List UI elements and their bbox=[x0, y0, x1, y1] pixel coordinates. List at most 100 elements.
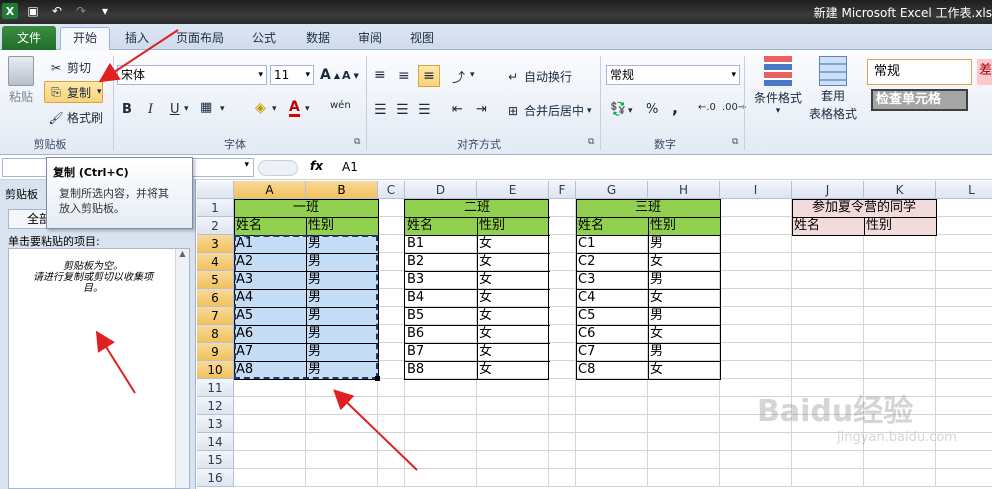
insert-function-icon[interactable]: fx bbox=[310, 159, 323, 173]
row-header[interactable]: 13 bbox=[197, 415, 234, 433]
tab-view[interactable]: 视图 bbox=[402, 28, 442, 50]
align-left-icon[interactable]: ☰ bbox=[374, 102, 387, 118]
formula-input[interactable]: A1 bbox=[342, 160, 358, 174]
font-name-box[interactable]: 宋体 ▾ bbox=[117, 65, 267, 85]
currency-icon[interactable]: 💱 bbox=[610, 102, 626, 117]
name-cell[interactable]: B2 bbox=[405, 253, 477, 271]
comma-button[interactable]: , bbox=[672, 98, 678, 117]
gender-cell[interactable]: 女 bbox=[477, 325, 549, 343]
header-name-cell[interactable]: 姓名 bbox=[792, 217, 864, 235]
number-dialog-launcher-icon[interactable]: ⧉ bbox=[732, 137, 738, 147]
camp-title-cell[interactable]: 参加夏令营的同学 bbox=[792, 199, 936, 217]
pane-scrollbar[interactable]: ▲ bbox=[175, 249, 189, 488]
name-cell[interactable]: C7 bbox=[576, 343, 648, 361]
column-header[interactable]: B bbox=[306, 181, 378, 199]
gender-cell[interactable]: 男 bbox=[306, 325, 378, 343]
merge-center-button[interactable]: ⊞ 合并后居中 ▾ bbox=[505, 102, 592, 119]
align-right-icon[interactable]: ☰ bbox=[418, 102, 431, 118]
header-name-cell[interactable]: 姓名 bbox=[405, 217, 477, 235]
name-cell[interactable]: B3 bbox=[405, 271, 477, 289]
cut-button[interactable]: ✂ 剪切 bbox=[48, 59, 91, 76]
format-painter-button[interactable]: 🖌 格式刷 bbox=[48, 109, 103, 126]
row-header[interactable]: 6 bbox=[197, 289, 234, 307]
row-header[interactable]: 2 bbox=[197, 217, 234, 235]
font-size-box[interactable]: 11 ▾ bbox=[270, 65, 314, 85]
italic-button[interactable]: I bbox=[148, 102, 153, 117]
orientation-icon[interactable]: ⤴ bbox=[452, 67, 465, 86]
row-header[interactable]: 7 bbox=[197, 307, 234, 325]
underline-dropdown-icon[interactable]: ▾ bbox=[184, 104, 189, 114]
name-cell[interactable]: B8 bbox=[405, 361, 477, 379]
worksheet-grid[interactable]: ABCDEFGHIJKL 1 2 3 4 5 6 7 8 9 10 11 12 13 14 15 16 一班姓… bbox=[197, 181, 992, 489]
header-gender-cell[interactable]: 性别 bbox=[648, 217, 720, 235]
select-all-corner[interactable] bbox=[197, 181, 234, 199]
gender-cell[interactable]: 男 bbox=[306, 307, 378, 325]
name-cell[interactable]: B5 bbox=[405, 307, 477, 325]
column-header[interactable]: G bbox=[576, 181, 648, 199]
percent-button[interactable]: % bbox=[646, 102, 658, 117]
column-header[interactable]: H bbox=[648, 181, 720, 199]
decrease-indent-icon[interactable]: ⇤ bbox=[452, 102, 463, 117]
cell-style-normal[interactable]: 常规 bbox=[867, 59, 972, 85]
font-color-icon[interactable]: A bbox=[289, 100, 300, 117]
tab-file[interactable]: 文件 bbox=[2, 26, 56, 50]
currency-dropdown-icon[interactable]: ▾ bbox=[628, 106, 633, 116]
increase-decimal-icon[interactable]: ←.0 bbox=[698, 102, 716, 113]
row-header[interactable]: 15 bbox=[197, 451, 234, 469]
column-header[interactable]: F bbox=[549, 181, 576, 199]
header-name-cell[interactable]: 姓名 bbox=[234, 217, 306, 235]
orientation-dropdown-icon[interactable]: ▾ bbox=[470, 70, 475, 80]
name-cell[interactable]: A8 bbox=[234, 361, 306, 379]
class3-title-cell[interactable]: 三班 bbox=[576, 199, 720, 217]
copy-dropdown-icon[interactable]: ▾ bbox=[97, 87, 102, 97]
customize-qat-icon[interactable]: ▾ bbox=[96, 2, 114, 20]
column-header[interactable]: K bbox=[864, 181, 936, 199]
name-cell[interactable]: C6 bbox=[576, 325, 648, 343]
cell-style-check-cell[interactable]: 检查单元格 bbox=[871, 89, 968, 111]
gender-cell[interactable]: 男 bbox=[648, 235, 720, 253]
decrease-decimal-icon[interactable]: .00→ bbox=[722, 102, 746, 113]
scroll-up-icon[interactable]: ▲ bbox=[176, 249, 189, 258]
align-center-icon[interactable]: ☰ bbox=[396, 102, 409, 118]
column-header[interactable]: L bbox=[936, 181, 992, 199]
undo-icon[interactable]: ↶ bbox=[48, 2, 66, 20]
borders-icon[interactable]: ▦ bbox=[200, 100, 212, 115]
tab-formulas[interactable]: 公式 bbox=[244, 28, 284, 50]
name-cell[interactable]: A5 bbox=[234, 307, 306, 325]
conditional-formatting-button[interactable]: 条件格式 ▾ bbox=[752, 56, 804, 116]
gender-cell[interactable]: 男 bbox=[648, 343, 720, 361]
tab-insert[interactable]: 插入 bbox=[118, 28, 156, 50]
increase-indent-icon[interactable]: ⇥ bbox=[476, 102, 487, 117]
formula-bar-splitter[interactable] bbox=[258, 160, 298, 176]
row-header[interactable]: 4 bbox=[197, 253, 234, 271]
gender-cell[interactable]: 女 bbox=[477, 361, 549, 379]
font-color-dropdown-icon[interactable]: ▾ bbox=[305, 104, 310, 114]
row-header[interactable]: 10 bbox=[197, 361, 234, 379]
gender-cell[interactable]: 女 bbox=[477, 289, 549, 307]
header-gender-cell[interactable]: 性别 bbox=[306, 217, 378, 235]
name-cell[interactable]: B7 bbox=[405, 343, 477, 361]
class2-title-cell[interactable]: 二班 bbox=[405, 199, 549, 217]
column-header[interactable]: I bbox=[720, 181, 792, 199]
name-cell[interactable]: B4 bbox=[405, 289, 477, 307]
gender-cell[interactable]: 女 bbox=[477, 271, 549, 289]
column-header[interactable]: E bbox=[477, 181, 549, 199]
name-cell[interactable]: A4 bbox=[234, 289, 306, 307]
gender-cell[interactable]: 男 bbox=[648, 307, 720, 325]
row-header[interactable]: 5 bbox=[197, 271, 234, 289]
name-cell[interactable]: C2 bbox=[576, 253, 648, 271]
phonetic-icon[interactable]: wén bbox=[330, 100, 351, 111]
column-header[interactable]: J bbox=[792, 181, 864, 199]
font-dialog-launcher-icon[interactable]: ⧉ bbox=[354, 137, 360, 147]
copy-button[interactable]: ⎘ 复制 ▾ bbox=[44, 81, 103, 103]
gender-cell[interactable]: 女 bbox=[477, 307, 549, 325]
align-middle-icon[interactable]: ≡ bbox=[398, 68, 410, 84]
row-header[interactable]: 14 bbox=[197, 433, 234, 451]
number-format-box[interactable]: 常规 ▾ bbox=[606, 65, 740, 85]
gender-cell[interactable]: 女 bbox=[648, 289, 720, 307]
shrink-font-button[interactable]: A ▼ bbox=[342, 69, 359, 82]
name-cell[interactable]: C4 bbox=[576, 289, 648, 307]
grow-font-button[interactable]: A ▲ bbox=[320, 67, 340, 83]
row-header[interactable]: 3 bbox=[197, 235, 234, 253]
gender-cell[interactable]: 男 bbox=[306, 289, 378, 307]
